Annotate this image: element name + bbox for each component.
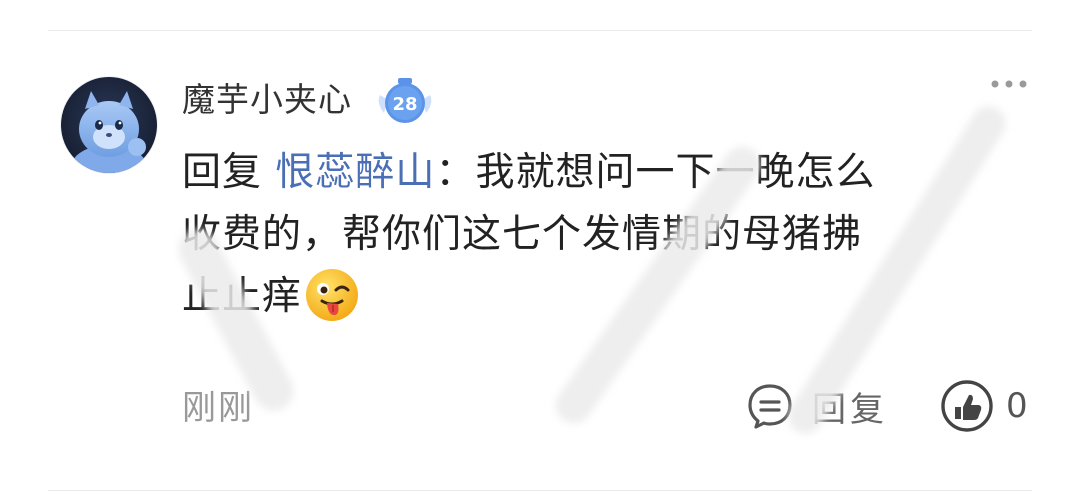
bottom-divider [48,490,1032,491]
top-divider [48,30,1032,31]
like-count: 0 [1006,386,1028,426]
tongue-wink-emoji [304,267,360,323]
comment-line-3: 止止痒 [182,274,303,319]
avatar-image [61,77,157,173]
timestamp: 刚刚 [182,388,254,428]
comment-line-1: 我就想问一下一晚怎么 [475,150,876,195]
reply-button[interactable]: 回复 [746,380,888,432]
username[interactable]: 魔芋小夹心 [182,78,352,122]
more-dots-icon[interactable] [988,76,1030,92]
comment-bubble-icon [748,384,792,429]
like-button[interactable]: 0 [940,380,1028,432]
level-badge: 28 [374,73,436,129]
avatar[interactable] [60,76,158,174]
comment-text: 回复 恨蕊醉山：我就想问一下一晚怎么 收费的，帮你们这七个发情期的母猪拂 止止痒 [182,142,1042,328]
reply-prefix: 回复 [182,150,263,195]
comment-line-2: 收费的，帮你们这七个发情期的母猪拂 [182,212,863,257]
mention-separator: ： [435,150,476,195]
thumbs-up-icon [941,380,993,432]
level-number: 28 [392,94,417,115]
mention-link[interactable]: 恨蕊醉山 [275,150,435,195]
reply-label: 回复 [812,389,888,430]
level-badge-icon: 28 [378,78,432,123]
